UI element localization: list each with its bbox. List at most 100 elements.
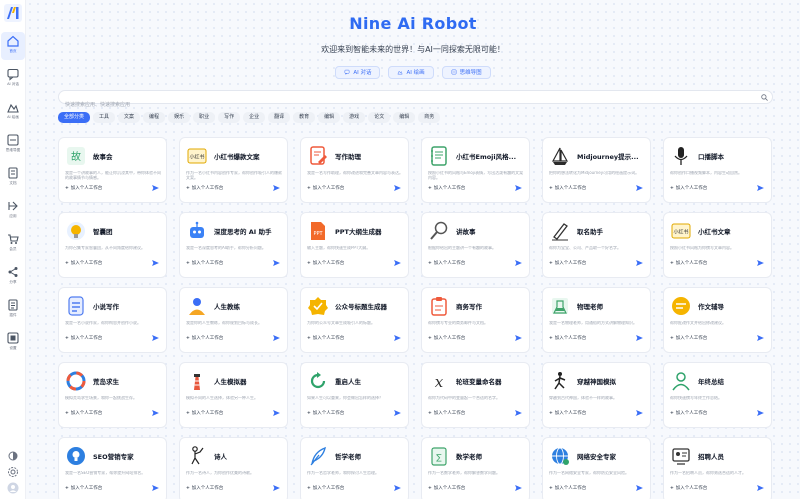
sidebar-item-2[interactable]: AI 绘画 <box>1 98 25 126</box>
add-to-workspace-button[interactable]: + 加入个人工作台 <box>428 185 465 191</box>
sidebar-item-8[interactable]: 插件 <box>1 296 25 324</box>
send-icon[interactable] <box>636 185 643 191</box>
sidebar-item-4[interactable]: 文档 <box>1 164 25 192</box>
category-tab[interactable]: 写作 <box>218 112 241 123</box>
category-tab[interactable]: 工具 <box>93 112 116 123</box>
category-tab[interactable]: 娱乐 <box>168 112 191 123</box>
chip-mindmap[interactable]: 思维导图 <box>441 66 491 79</box>
add-to-workspace-button[interactable]: + 加入个人工作台 <box>670 410 707 416</box>
add-to-workspace-button[interactable]: + 加入个人工作台 <box>307 335 344 341</box>
send-icon[interactable] <box>757 260 764 266</box>
add-to-workspace-button[interactable]: + 加入个人工作台 <box>186 410 223 416</box>
add-to-workspace-button[interactable]: + 加入个人工作台 <box>307 185 344 191</box>
add-to-workspace-button[interactable]: + 加入个人工作台 <box>549 260 586 266</box>
app-card[interactable]: 荒岛求生 模拟荒岛求生场景，和你一起挑战生存。 + 加入个人工作台 <box>58 362 167 428</box>
avatar[interactable] <box>7 482 19 494</box>
app-card[interactable]: 小红书 小红书文章 按照小红书风格为你撰写文章内容。 + 加入个人工作台 <box>663 212 772 278</box>
add-to-workspace-button[interactable]: + 加入个人工作台 <box>307 260 344 266</box>
send-icon[interactable] <box>636 410 643 416</box>
add-to-workspace-button[interactable]: + 加入个人工作台 <box>549 335 586 341</box>
app-card[interactable]: ∑ 数学老师 作为一名数学老师，帮你解答数学问题。 + 加入个人工作台 <box>421 437 530 499</box>
sidebar-item-0[interactable]: 首页 <box>1 32 25 60</box>
send-icon[interactable] <box>152 410 159 416</box>
sidebar-item-1[interactable]: AI 对话 <box>1 65 25 93</box>
app-card[interactable]: PPT PPT大纲生成器 输入主题，帮你快速生成PPT大纲。 + 加入个人工作台 <box>300 212 409 278</box>
send-icon[interactable] <box>394 335 401 341</box>
category-tab[interactable]: 文案 <box>118 112 141 123</box>
category-tab[interactable]: 全部分类 <box>58 112 91 123</box>
app-card[interactable]: 公众号标题生成器 为你的公众号文章生成吸引人的标题。 + 加入个人工作台 <box>300 287 409 353</box>
app-card[interactable]: 写作助理 我是一名写作助理，帮你改进和完善文章内容与表达。 + 加入个人工作台 <box>300 137 409 203</box>
app-card[interactable]: 重启人生 如果人生可以重来，你会做出怎样的选择？ + 加入个人工作台 <box>300 362 409 428</box>
app-card[interactable]: 穿越神国模拟 穿越到古代神国，体验不一样的故事。 + 加入个人工作台 <box>542 362 651 428</box>
app-card[interactable]: 讲故事 根据你给出的主题讲一个有趣的故事。 + 加入个人工作台 <box>421 212 530 278</box>
category-tab[interactable]: 论文 <box>368 112 391 123</box>
send-icon[interactable] <box>636 260 643 266</box>
add-to-workspace-button[interactable]: + 加入个人工作台 <box>549 185 586 191</box>
send-icon[interactable] <box>515 335 522 341</box>
app-card[interactable]: 𝑥 轮班变量命名器 帮你为代码中的变量起一个合适的名字。 + 加入个人工作台 <box>421 362 530 428</box>
app-card[interactable]: 网络安全专家 作为一名网络安全专家，帮你防范安全风险。 + 加入个人工作台 <box>542 437 651 499</box>
add-to-workspace-button[interactable]: + 加入个人工作台 <box>670 185 707 191</box>
add-to-workspace-button[interactable]: + 加入个人工作台 <box>428 485 465 491</box>
theme-icon[interactable] <box>7 450 19 462</box>
send-icon[interactable] <box>757 410 764 416</box>
send-icon[interactable] <box>273 410 280 416</box>
search-input[interactable] <box>59 99 749 111</box>
settings-icon[interactable] <box>7 466 19 478</box>
add-to-workspace-button[interactable]: + 加入个人工作台 <box>186 335 223 341</box>
app-card[interactable]: 智囊团 为你召集专家智囊团，从不同角度给你建议。 + 加入个人工作台 <box>58 212 167 278</box>
send-icon[interactable] <box>152 485 159 491</box>
app-card[interactable]: 年终总结 帮你快速撰写年终工作总结。 + 加入个人工作台 <box>663 362 772 428</box>
send-icon[interactable] <box>757 185 764 191</box>
sidebar-item-3[interactable]: 思维导图 <box>1 131 25 159</box>
sidebar-item-7[interactable]: 分享 <box>1 263 25 291</box>
chip-chat[interactable]: AI 对话 <box>335 66 381 79</box>
app-card[interactable]: Midjourney提示... 把你的想法转化为Midjourney可用的绘画提示… <box>542 137 651 203</box>
app-card[interactable]: 人生教练 我是你的人生教练，帮你规划目标与成长。 + 加入个人工作台 <box>179 287 288 353</box>
app-card[interactable]: 哲学老师 作为一名哲学老师，和你探讨人生哲理。 + 加入个人工作台 <box>300 437 409 499</box>
add-to-workspace-button[interactable]: + 加入个人工作台 <box>65 485 102 491</box>
add-to-workspace-button[interactable]: + 加入个人工作台 <box>670 260 707 266</box>
category-tab[interactable]: 企业 <box>243 112 266 123</box>
add-to-workspace-button[interactable]: + 加入个人工作台 <box>670 485 707 491</box>
add-to-workspace-button[interactable]: + 加入个人工作台 <box>428 410 465 416</box>
send-icon[interactable] <box>515 185 522 191</box>
app-card[interactable]: 诗人 作为一名诗人，为你创作优美的诗歌。 + 加入个人工作台 <box>179 437 288 499</box>
add-to-workspace-button[interactable]: + 加入个人工作台 <box>186 260 223 266</box>
app-card[interactable]: 口播脚本 帮你创作口播视频脚本，内容生动自然。 + 加入个人工作台 <box>663 137 772 203</box>
app-card[interactable]: SEO营销专家 我是一名SEO营销专家，帮你提升网站排名。 + 加入个人工作台 <box>58 437 167 499</box>
send-icon[interactable] <box>394 485 401 491</box>
app-card[interactable]: 取名助手 帮你为宝宝、公司、产品取一个好名字。 + 加入个人工作台 <box>542 212 651 278</box>
add-to-workspace-button[interactable]: + 加入个人工作台 <box>428 335 465 341</box>
send-icon[interactable] <box>152 260 159 266</box>
category-tab[interactable]: 编辑 <box>318 112 341 123</box>
send-icon[interactable] <box>394 260 401 266</box>
send-icon[interactable] <box>757 335 764 341</box>
send-icon[interactable] <box>515 485 522 491</box>
app-card[interactable]: 商务写作 帮你撰写专业的商务邮件与文档。 + 加入个人工作台 <box>421 287 530 353</box>
send-icon[interactable] <box>273 260 280 266</box>
add-to-workspace-button[interactable]: + 加入个人工作台 <box>65 185 102 191</box>
app-card[interactable]: 人生模拟器 模拟不同的人生选择，体验另一种人生。 + 加入个人工作台 <box>179 362 288 428</box>
send-icon[interactable] <box>394 185 401 191</box>
send-icon[interactable] <box>515 410 522 416</box>
send-icon[interactable] <box>636 485 643 491</box>
add-to-workspace-button[interactable]: + 加入个人工作台 <box>307 410 344 416</box>
chip-paint[interactable]: AI 绘画 <box>388 66 434 79</box>
send-icon[interactable] <box>273 335 280 341</box>
category-tab[interactable]: 编程 <box>143 112 166 123</box>
add-to-workspace-button[interactable]: + 加入个人工作台 <box>549 410 586 416</box>
search-icon[interactable] <box>761 94 768 101</box>
category-tab[interactable]: 职业 <box>193 112 216 123</box>
app-card[interactable]: 作文辅导 帮你批改作文并给出修改建议。 + 加入个人工作台 <box>663 287 772 353</box>
sidebar-item-5[interactable]: 应用 <box>1 197 25 225</box>
app-card[interactable]: 招聘人员 作为一名招聘人员，帮你筛选合适的人才。 + 加入个人工作台 <box>663 437 772 499</box>
add-to-workspace-button[interactable]: + 加入个人工作台 <box>307 485 344 491</box>
send-icon[interactable] <box>273 485 280 491</box>
app-card[interactable]: 故 故事会 我是一个讲故事的人，能让你沉浸其中，带你体验不同的故事情节与情感。 + 加入… <box>58 137 167 203</box>
app-card[interactable]: 深度思考的 AI 助手 我是一名深度思考的AI助手，帮你分析问题。 + 加入个人工作台 <box>179 212 288 278</box>
app-card[interactable]: 物理老师 我是一名物理老师，用通俗的方式讲解物理知识。 + 加入个人工作台 <box>542 287 651 353</box>
add-to-workspace-button[interactable]: + 加入个人工作台 <box>65 335 102 341</box>
app-card[interactable]: 小红书Emoji风格... 按照小红书的风格与Emoji表情，写出活泼有趣的文案内… <box>421 137 530 203</box>
